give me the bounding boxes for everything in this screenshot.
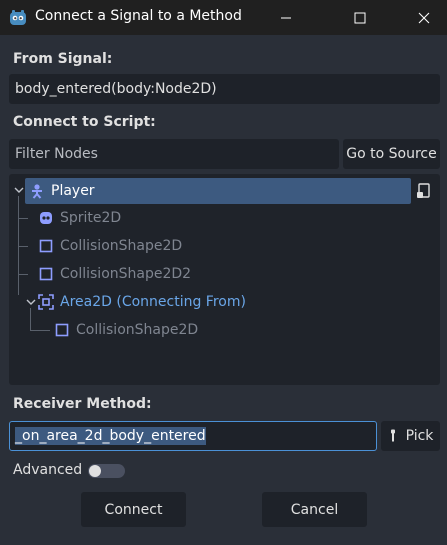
receiver-method-input[interactable]: _on_area_2d_body_entered xyxy=(9,421,377,451)
tree-item-label: Sprite2D xyxy=(60,210,122,226)
close-icon xyxy=(418,12,430,23)
go-to-source-button[interactable]: Go to Source xyxy=(343,139,440,169)
maximize-button[interactable] xyxy=(337,0,383,35)
godot-logo-icon xyxy=(10,10,26,25)
collision-shape-icon xyxy=(38,238,54,254)
tree-guide-line xyxy=(30,330,50,331)
tree-item-label: CollisionShape2D2 xyxy=(60,266,192,282)
tree-guide-line xyxy=(18,274,28,275)
tree-item-player[interactable]: Player xyxy=(25,178,411,204)
advanced-toggle[interactable] xyxy=(88,464,125,478)
minimize-button[interactable] xyxy=(263,0,309,35)
advanced-label: Advanced xyxy=(13,462,83,478)
window-title: Connect a Signal to a Method xyxy=(35,8,242,24)
collision-shape-icon xyxy=(38,266,54,282)
tree-item-sprite2d[interactable]: Sprite2D xyxy=(38,205,121,231)
tree-item-collisionshape2d2[interactable]: CollisionShape2D2 xyxy=(38,261,191,287)
maximize-icon xyxy=(354,12,366,23)
tree-item-collisionshape2d-child[interactable]: CollisionShape2D xyxy=(50,317,198,343)
from-signal-label: From Signal: xyxy=(13,51,113,67)
area-icon xyxy=(38,294,54,310)
filter-nodes-placeholder: Filter Nodes xyxy=(15,146,98,162)
signal-field: body_entered(body:Node2D) xyxy=(9,74,440,104)
script-icon[interactable] xyxy=(417,183,431,199)
tree-guide-line xyxy=(30,308,31,330)
character-body-icon xyxy=(29,183,45,199)
pick-button[interactable]: Pick xyxy=(381,421,440,451)
tree-item-label: CollisionShape2D xyxy=(76,322,199,338)
tree-item-label: Player xyxy=(51,183,95,199)
chevron-down-icon[interactable] xyxy=(14,186,24,194)
filter-nodes-input[interactable]: Filter Nodes xyxy=(9,139,339,169)
pick-label: Pick xyxy=(405,428,434,444)
tree-guide-line xyxy=(18,218,28,219)
toggle-knob xyxy=(89,465,101,477)
cancel-button[interactable]: Cancel xyxy=(262,492,367,527)
sprite-icon xyxy=(38,210,54,226)
tree-item-label: CollisionShape2D xyxy=(60,238,183,254)
collision-shape-icon xyxy=(54,322,70,338)
receiver-method-value: _on_area_2d_body_entered xyxy=(15,427,206,445)
tree-item-area2d[interactable]: Area2D (Connecting From) xyxy=(38,289,246,315)
chevron-down-icon[interactable] xyxy=(26,298,36,306)
close-button[interactable] xyxy=(401,0,447,35)
tree-item-collisionshape2d[interactable]: CollisionShape2D xyxy=(38,233,182,259)
color-picker-icon xyxy=(390,429,395,442)
tree-guide-line xyxy=(18,246,28,247)
minimize-icon xyxy=(281,17,291,18)
receiver-method-label: Receiver Method: xyxy=(13,396,152,412)
tree-item-label: Area2D (Connecting From) xyxy=(60,294,246,310)
connect-button[interactable]: Connect xyxy=(81,492,186,527)
connect-to-script-label: Connect to Script: xyxy=(13,114,156,130)
node-tree[interactable]: Player Sprite2D CollisionShape2D Collisi… xyxy=(9,174,440,385)
title-bar: Connect a Signal to a Method xyxy=(0,0,447,35)
